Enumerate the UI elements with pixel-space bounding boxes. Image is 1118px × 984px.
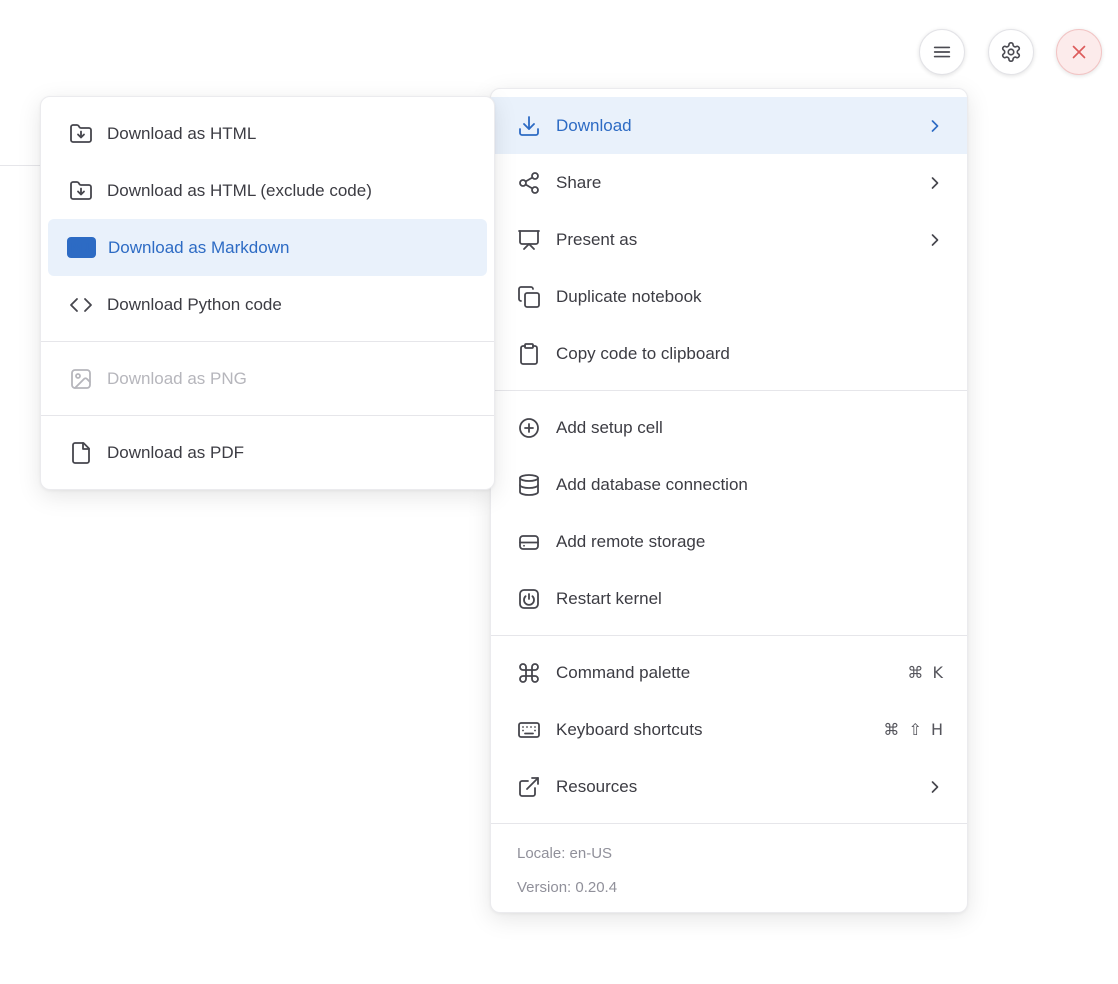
chevron-right-icon — [925, 230, 945, 250]
keyboard-shortcut-hint: ⌘ K — [907, 663, 945, 682]
presentation-icon — [517, 228, 541, 252]
menu-item-label: Present as — [556, 230, 637, 250]
menu-item-label: Command palette — [556, 663, 690, 683]
menu-item-label: Copy code to clipboard — [556, 344, 730, 364]
hamburger-menu-icon — [931, 41, 953, 63]
menu-item-keyboard-shortcuts[interactable]: Keyboard shortcuts ⌘ ⇧ H — [491, 701, 967, 758]
menu-item-label: Download as PNG — [107, 369, 247, 389]
menu-item-restart-kernel[interactable]: Command palette Restart kernel — [491, 570, 967, 627]
submenu-item-download-html[interactable]: Download as HTML — [48, 105, 487, 162]
menu-item-label: Download as PDF — [107, 443, 244, 463]
page-divider-line — [0, 165, 41, 166]
menu-item-present-as[interactable]: Present as — [491, 211, 967, 268]
close-icon — [1068, 41, 1090, 63]
menu-item-command-palette[interactable]: Command palette ⌘ K — [491, 644, 967, 701]
notebook-menu-button[interactable] — [919, 29, 965, 75]
chevron-right-icon — [925, 116, 945, 136]
version-text: Version: 0.20.4 — [491, 870, 967, 904]
menu-item-share[interactable]: Share — [491, 154, 967, 211]
menu-item-label: Duplicate notebook — [556, 287, 702, 307]
image-icon — [69, 367, 93, 391]
locale-text: Locale: en-US — [491, 836, 967, 870]
keyboard-shortcut-hint: ⌘ ⇧ H — [883, 720, 945, 739]
menu-item-label: Restart kernel — [556, 589, 662, 609]
menu-footer: Locale: en-US Version: 0.20.4 — [491, 832, 967, 912]
keyboard-icon — [517, 718, 541, 742]
plus-circle-icon — [517, 416, 541, 440]
menu-item-add-database-connection[interactable]: Add database connection — [491, 456, 967, 513]
submenu-item-download-html-exclude-code[interactable]: Download as HTML (exclude code) — [48, 162, 487, 219]
submenu-item-download-python[interactable]: Download Python code — [48, 276, 487, 333]
menu-item-label: Resources — [556, 777, 637, 797]
menu-item-resources[interactable]: Resources — [491, 758, 967, 815]
menu-item-label: Download Python code — [107, 295, 282, 315]
markdown-icon: M↓ — [67, 237, 96, 258]
menu-item-download[interactable]: Download — [491, 97, 967, 154]
code-icon — [69, 293, 93, 317]
menu-item-label: Add database connection — [556, 475, 748, 495]
submenu-item-download-markdown[interactable]: M↓ Download as Markdown — [48, 219, 487, 276]
submenu-item-download-pdf[interactable]: Download as PDF — [48, 424, 487, 481]
settings-button[interactable] — [988, 29, 1034, 75]
menu-item-label: Keyboard shortcuts — [556, 720, 702, 740]
menu-divider — [491, 635, 967, 636]
menu-item-copy-code[interactable]: Copy code to clipboard — [491, 325, 967, 382]
folder-download-icon — [69, 122, 93, 146]
command-icon — [517, 661, 541, 685]
download-submenu: Download as HTML Download as HTML (exclu… — [40, 96, 495, 490]
menu-item-add-setup-cell[interactable]: Add setup cell — [491, 399, 967, 456]
chevron-right-icon — [925, 173, 945, 193]
close-button[interactable] — [1056, 29, 1102, 75]
menu-item-label: Download as HTML (exclude code) — [107, 181, 372, 201]
chevron-right-icon — [925, 777, 945, 797]
menu-item-duplicate-notebook[interactable]: Duplicate notebook — [491, 268, 967, 325]
hard-drive-icon — [517, 530, 541, 554]
clipboard-icon — [517, 342, 541, 366]
menu-item-add-remote-storage[interactable]: Add remote storage — [491, 513, 967, 570]
menu-item-label: Add remote storage — [556, 532, 705, 552]
external-link-icon — [517, 775, 541, 799]
download-icon — [517, 114, 541, 138]
menu-item-label: Add setup cell — [556, 418, 663, 438]
menu-item-label: Download — [556, 116, 632, 136]
menu-divider — [491, 823, 967, 824]
menu-item-label: Share — [556, 173, 601, 193]
menu-item-label: Download as HTML — [107, 124, 256, 144]
share-icon — [517, 171, 541, 195]
menu-divider — [41, 415, 494, 416]
file-icon — [69, 441, 93, 465]
folder-download-icon — [69, 179, 93, 203]
duplicate-icon — [517, 285, 541, 309]
menu-divider — [491, 390, 967, 391]
main-menu: Download Share Present as Duplicate note… — [490, 88, 968, 913]
settings-gear-icon — [1000, 41, 1022, 63]
menu-divider — [41, 341, 494, 342]
database-icon — [517, 473, 541, 497]
submenu-item-download-png: Download as PNG — [48, 350, 487, 407]
menu-item-label: Download as Markdown — [108, 238, 289, 258]
power-icon — [517, 587, 541, 611]
